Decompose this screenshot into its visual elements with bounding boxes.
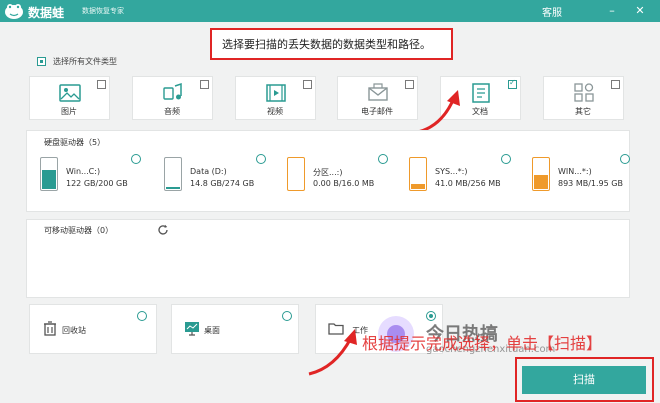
drive-name: Data (D:) bbox=[190, 167, 227, 176]
image-icon bbox=[59, 84, 81, 102]
close-button[interactable]: ✕ bbox=[628, 0, 652, 22]
location-radio[interactable] bbox=[282, 311, 292, 321]
mail-icon bbox=[368, 83, 388, 101]
drive-name: 分区...:) bbox=[313, 168, 343, 177]
file-type-label: 图片 bbox=[61, 107, 77, 116]
hint-text: 选择要扫描的丢失数据的数据类型和路径。 bbox=[222, 38, 431, 51]
app-name: 数据蛙 bbox=[28, 6, 65, 20]
scan-button[interactable]: 扫描 bbox=[522, 366, 646, 394]
location-desktop[interactable]: 桌面 bbox=[171, 304, 299, 354]
removable-section-title: 可移动驱动器（0） bbox=[44, 226, 114, 235]
file-type-label: 音频 bbox=[164, 107, 180, 116]
drive-size: 893 MB/1.95 GB bbox=[558, 179, 623, 188]
drive-radio[interactable] bbox=[620, 154, 630, 164]
app-logo-icon bbox=[5, 4, 23, 19]
drive-radio[interactable] bbox=[501, 154, 511, 164]
hdd-section-title: 硬盘驱动器（5） bbox=[44, 138, 106, 147]
file-type-video[interactable]: 视频 bbox=[235, 76, 316, 120]
other-icon bbox=[574, 83, 594, 102]
drive-size: 0.00 B/16.0 MB bbox=[313, 179, 375, 188]
file-type-checkbox[interactable] bbox=[508, 78, 517, 89]
file-type-checkbox[interactable] bbox=[303, 80, 312, 89]
drive-radio[interactable] bbox=[378, 154, 388, 164]
annotation-arrow-icon bbox=[308, 329, 357, 376]
annotation-arrow-icon bbox=[417, 90, 460, 134]
file-type-audio[interactable]: 音频 bbox=[132, 76, 213, 120]
location-label: 回收站 bbox=[62, 326, 86, 335]
drive-size: 122 GB/200 GB bbox=[66, 179, 128, 188]
drive-icon bbox=[532, 157, 550, 191]
app-subtitle: 数据恢复专家 bbox=[82, 7, 124, 15]
drive-name: SYS...*:) bbox=[435, 167, 468, 176]
file-type-checkbox[interactable] bbox=[405, 80, 414, 89]
location-recycle-bin[interactable]: 回收站 bbox=[29, 304, 157, 354]
annotation-text: 根据提示完成选择，单击【扫描】 bbox=[362, 334, 603, 353]
location-radio[interactable] bbox=[137, 311, 147, 321]
file-type-checkbox[interactable] bbox=[611, 80, 620, 89]
drive-icon bbox=[409, 157, 427, 191]
file-type-label: 电子邮件 bbox=[361, 107, 393, 116]
file-type-checkbox[interactable] bbox=[97, 80, 106, 89]
file-type-email[interactable]: 电子邮件 bbox=[337, 76, 418, 120]
drive-size: 14.8 GB/274 GB bbox=[190, 179, 255, 188]
minimize-button[interactable]: – bbox=[600, 0, 624, 22]
drive-icon bbox=[164, 157, 182, 191]
drive-icon bbox=[40, 157, 58, 191]
customer-service-link[interactable]: 客服 bbox=[542, 4, 562, 19]
drive-radio[interactable] bbox=[131, 154, 141, 164]
recycle-bin-icon bbox=[44, 321, 56, 336]
removable-section bbox=[26, 219, 630, 298]
title-bar: 数据蛙 数据恢复专家 客服 – ✕ bbox=[0, 0, 660, 22]
file-type-other[interactable]: 其它 bbox=[543, 76, 624, 120]
select-all-box[interactable] bbox=[37, 57, 46, 66]
document-icon bbox=[472, 83, 490, 103]
drive-name: WIN...*:) bbox=[558, 167, 592, 176]
select-all-label: 选择所有文件类型 bbox=[53, 57, 117, 66]
file-type-image[interactable]: 图片 bbox=[29, 76, 110, 120]
drive-name: Win...C:) bbox=[66, 167, 101, 176]
location-label: 桌面 bbox=[204, 326, 220, 335]
drive-radio[interactable] bbox=[256, 154, 266, 164]
file-type-checkbox[interactable] bbox=[200, 80, 209, 89]
drive-size: 41.0 MB/256 MB bbox=[435, 179, 501, 188]
music-icon bbox=[163, 82, 182, 100]
video-icon bbox=[266, 84, 286, 102]
refresh-icon[interactable] bbox=[157, 224, 169, 236]
file-type-label: 其它 bbox=[575, 107, 591, 116]
drive-icon bbox=[287, 157, 305, 191]
file-type-label: 视频 bbox=[267, 107, 283, 116]
desktop-icon bbox=[185, 322, 199, 336]
